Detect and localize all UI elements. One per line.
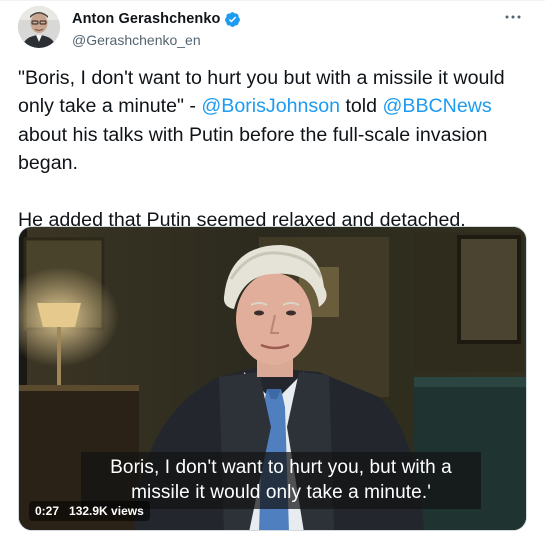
tweet-header: Anton Gerashchenko @Gerashchenko_en <box>18 6 528 52</box>
author-handle[interactable]: @Gerashchenko_en <box>72 32 241 48</box>
avatar-photo-icon <box>18 6 60 48</box>
video-duration: 0:27 <box>35 504 60 518</box>
author-display-name[interactable]: Anton Gerashchenko <box>72 11 220 27</box>
mention-link-bbcnews[interactable]: @BBCNews <box>383 95 492 117</box>
verified-badge-icon <box>224 11 241 28</box>
video-view-count: 132.9K views <box>69 504 144 518</box>
video-meta-badge: 0:27 132.9K views <box>29 501 150 521</box>
top-divider <box>0 0 545 1</box>
tweet-text-segment: about his talks with Putin before the fu… <box>18 123 488 175</box>
author-avatar[interactable] <box>18 6 60 48</box>
tweet-text: "Boris, I don't want to hurt you but wit… <box>18 64 530 234</box>
tweet-text-segment: told <box>340 95 383 118</box>
video-player[interactable]: Boris, I don't want to hurt you, but wit… <box>18 226 527 531</box>
mention-link-borisjohnson[interactable]: @BorisJohnson <box>201 95 340 117</box>
more-horizontal-icon[interactable] <box>502 6 524 28</box>
tweet-paragraph-1: "Boris, I don't want to hurt you but wit… <box>18 64 530 178</box>
